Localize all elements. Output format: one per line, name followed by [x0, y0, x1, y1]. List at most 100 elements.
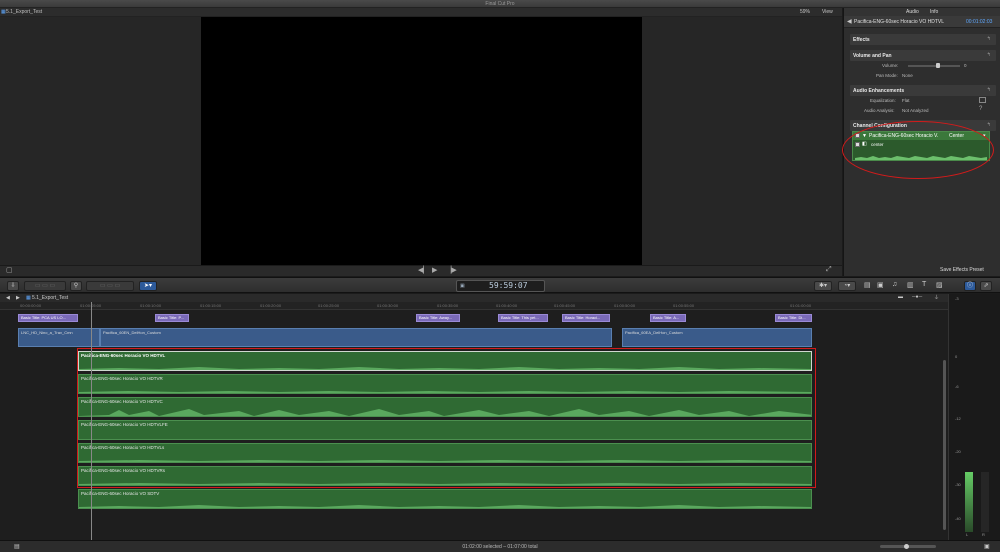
inspector-timecode: 00:01:02:03: [966, 19, 993, 25]
zoom-slider-knob[interactable]: [904, 544, 909, 549]
tab-info[interactable]: Info: [930, 9, 938, 15]
clip-appearance-icon[interactable]: ▬: [898, 294, 903, 300]
playhead[interactable]: [91, 302, 92, 540]
volume-slider[interactable]: [908, 63, 960, 68]
speaker-icon: ◀: [847, 19, 852, 25]
timeline-header: ◀ ▶ ▦ 5.1_Export_Test ▬ ─●─ ⏚: [0, 294, 948, 302]
meter-label: -40: [955, 516, 961, 521]
photo-icon[interactable]: ▣: [877, 281, 884, 289]
view-menu[interactable]: View: [822, 9, 833, 15]
audio-enhancements-title: Audio Enhancements: [853, 88, 905, 94]
meter-label: -3: [955, 296, 959, 301]
video-frame[interactable]: [201, 17, 642, 265]
skimming-icon[interactable]: ⏚: [934, 294, 939, 301]
volume-slider-knob[interactable]: [936, 63, 940, 68]
title-clip[interactable]: Basic Title: P...: [155, 314, 189, 322]
ruler-tick: 01:00:15:00: [200, 303, 222, 308]
enhance-button[interactable]: ◔▾: [838, 281, 856, 291]
audio-enhancements-section[interactable]: Audio Enhancements ↰: [850, 85, 996, 96]
ruler-tick: 01:00:40:00: [496, 303, 518, 308]
music-icon[interactable]: ♫: [892, 281, 897, 288]
fullscreen-icon[interactable]: ⤢: [826, 266, 832, 274]
title-clip[interactable]: Basic Title: Di...: [775, 314, 812, 322]
timecode-mode-icon: ▣: [460, 283, 465, 289]
meter-channel-label: R: [982, 532, 985, 537]
timeline-project-name: 5.1_Export_Test: [32, 295, 69, 301]
timecode-display[interactable]: ▣ 59:59:07: [456, 280, 545, 292]
video-clip[interactable]: Pacifica_60EN_DelHon_Custom: [100, 328, 612, 347]
meter-label: -30: [955, 482, 961, 487]
tab-audio[interactable]: Audio: [906, 9, 919, 15]
status-text: 01:02:00 selected – 01:07:00 total: [462, 544, 538, 550]
meter-label: -12: [955, 416, 961, 421]
back-icon[interactable]: ◀: [6, 295, 10, 301]
timeline-scrollbar[interactable]: [943, 360, 946, 530]
help-icon[interactable]: ?: [979, 106, 982, 112]
title-clip[interactable]: Basic Title: A...: [650, 314, 686, 322]
titles-icon[interactable]: T: [922, 281, 926, 288]
highlight-rectangle: [77, 348, 816, 488]
reset-icon[interactable]: ↰: [987, 52, 991, 58]
timeline-ruler[interactable]: 00:00:00:00 01:00:05:00 01:00:10:00 01:0…: [0, 302, 948, 310]
clip-appearance-icon[interactable]: ▣: [984, 543, 990, 550]
viewer-project-name: 5.1_Export_Test: [6, 9, 43, 15]
audio-analysis-value: Not Analyzed: [902, 108, 929, 113]
inspector-clip-name: Pacifica-ENG-60sec Horacio VO HDTVL: [854, 19, 945, 25]
save-effects-preset-button[interactable]: Save Effects Preset: [940, 267, 984, 273]
video-clip[interactable]: Pacifica_60EA_DelHon_Custom: [622, 328, 812, 347]
title-clip[interactable]: Basic Title: Horaci...: [562, 314, 610, 322]
inspector-toggle-button[interactable]: ⓘ: [964, 281, 976, 291]
reset-icon[interactable]: ↰: [987, 36, 991, 42]
zoom-level-menu[interactable]: 59%: [800, 9, 810, 15]
import-button[interactable]: ⇩: [7, 281, 19, 291]
effects-section[interactable]: Effects ↰: [850, 34, 996, 45]
reset-icon[interactable]: ↰: [987, 87, 991, 93]
eq-window-icon[interactable]: [979, 97, 986, 103]
library-icon[interactable]: ▤: [864, 281, 871, 289]
title-clip[interactable]: Basic Title: This yet...: [498, 314, 548, 322]
title-clip[interactable]: Basic Title: PCA US LO...: [18, 314, 78, 322]
volume-label: Volume:: [882, 63, 899, 68]
volume-value[interactable]: 0: [964, 63, 967, 68]
volume-pan-section[interactable]: Volume and Pan ↰: [850, 50, 996, 61]
append-buttons-group[interactable]: ▭ ▭ ▭: [86, 281, 134, 291]
title-clip[interactable]: Basic Title: Away...: [416, 314, 460, 322]
forward-icon[interactable]: ▶: [16, 295, 20, 301]
clip-skimming-button[interactable]: ⚲: [70, 281, 82, 291]
meter-label: 0: [955, 354, 958, 359]
app-title: Final Cut Pro: [485, 1, 515, 7]
play-icon[interactable]: ▶: [432, 266, 437, 274]
ruler-tick: 01:00:45:00: [554, 303, 576, 308]
project-icon: ▦: [26, 295, 31, 301]
inspector-tabs: Audio Info: [844, 8, 1000, 16]
audio-clip[interactable]: Pacifica-ENG-60sec Horacio VO SDTV: [78, 489, 812, 509]
previous-frame-icon[interactable]: ◀▏: [418, 266, 429, 274]
volume-pan-title: Volume and Pan: [853, 53, 892, 59]
audio-waveform: [79, 505, 811, 508]
share-button[interactable]: ⇗: [980, 281, 992, 291]
effects-toggle-button[interactable]: ✱▾: [814, 281, 832, 291]
title-bar: Final Cut Pro: [0, 0, 1000, 8]
zoom-slider[interactable]: [880, 544, 936, 549]
meter-bar-right: [981, 472, 989, 532]
main-toolbar: ⇩ ▭ ▭ ▭ ⚲ ▭ ▭ ▭ ➤▾ ▣ 59:59:07 ✱▾ ◔▾ ▤ ▣ …: [0, 277, 1000, 293]
pan-mode-select[interactable]: None: [902, 73, 913, 78]
ruler-tick: 00:00:00:00: [20, 303, 42, 308]
next-frame-icon[interactable]: ▕▶: [446, 266, 457, 274]
transitions-icon[interactable]: ▥: [907, 281, 914, 289]
ruler-tick: 01:00:10:00: [140, 303, 162, 308]
meter-label: -20: [955, 449, 961, 454]
pan-mode-label: Pan Mode:: [876, 73, 898, 78]
equalization-select[interactable]: Flat: [902, 98, 910, 103]
select-tool-button[interactable]: ➤▾: [139, 281, 157, 291]
reset-icon[interactable]: ↰: [987, 122, 991, 128]
ruler-tick: 01:00:35:00: [437, 303, 459, 308]
meter-channel-label: L: [966, 532, 969, 537]
edit-buttons-group[interactable]: ▭ ▭ ▭: [24, 281, 66, 291]
zoom-slider-icon[interactable]: ─●─: [912, 294, 922, 300]
generators-icon[interactable]: ▨: [936, 281, 943, 289]
view-options-icon[interactable]: ▢: [6, 266, 13, 274]
highlight-ellipse: [842, 121, 994, 179]
video-clip[interactable]: LNC_HD_Nino_a_Trav_Cmn: [18, 328, 100, 347]
ruler-tick: 01:01:00:00: [790, 303, 812, 308]
